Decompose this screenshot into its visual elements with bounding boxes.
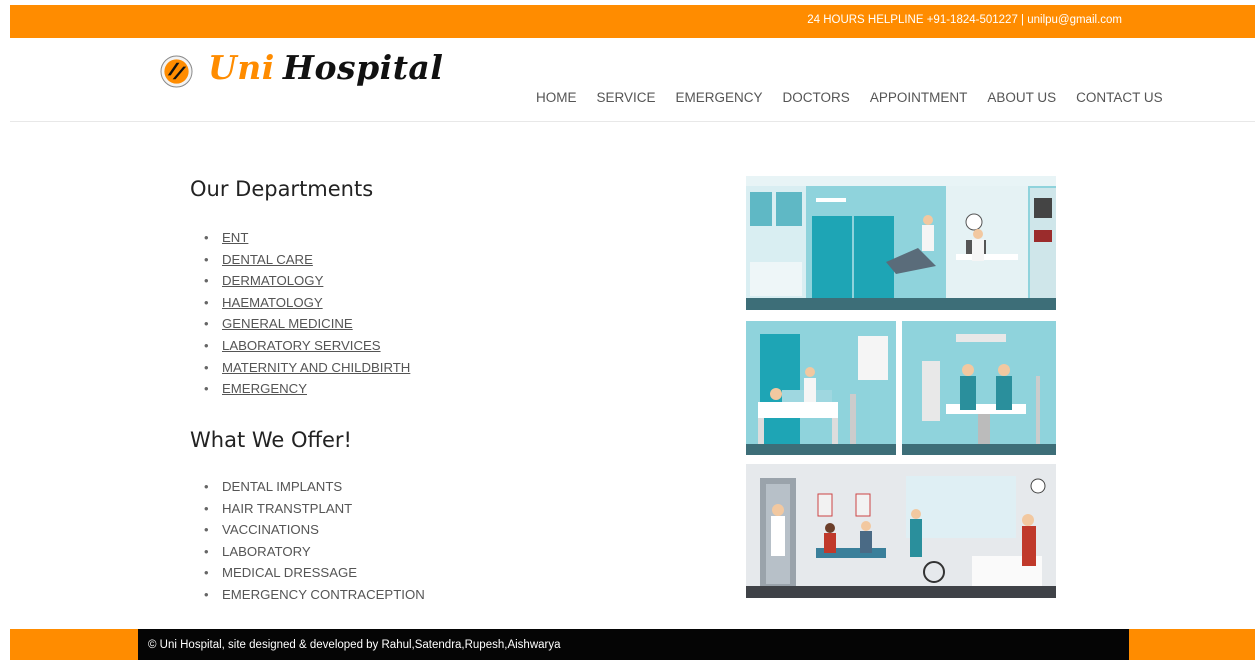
nav-appointment[interactable]: APPOINTMENT (870, 90, 968, 105)
main-nav: HOME SERVICE EMERGENCY DOCTORS APPOINTME… (536, 90, 1183, 105)
clinic-scene (746, 176, 1056, 310)
list-item: GENERAL MEDICINE (204, 313, 410, 335)
list-item: ENT (204, 227, 410, 249)
department-link[interactable]: HAEMATOLOGY (222, 295, 323, 310)
footer-copyright: © Uni Hospital, site designed & develope… (148, 639, 561, 651)
footer: © Uni Hospital, site designed & develope… (138, 629, 1129, 660)
list-item: DENTAL CARE (204, 249, 410, 271)
list-item: HAEMATOLOGY (204, 292, 410, 314)
department-link[interactable]: DERMATOLOGY (222, 273, 323, 288)
brand-word-hospital: Hospital (282, 48, 444, 87)
department-link[interactable]: DENTAL CARE (222, 252, 313, 267)
logo-icon (160, 55, 193, 88)
department-link[interactable]: MATERNITY AND CHILDBIRTH (222, 360, 410, 375)
department-link[interactable]: GENERAL MEDICINE (222, 316, 353, 331)
nav-emergency[interactable]: EMERGENCY (676, 90, 763, 105)
nav-doctors[interactable]: DOCTORS (783, 90, 850, 105)
header: Uni Hospital HOME SERVICE EMERGENCY DOCTO… (10, 38, 1255, 122)
offer-list: DENTAL IMPLANTS HAIR TRANSTPLANT VACCINA… (204, 476, 425, 606)
department-link[interactable]: LABORATORY SERVICES (222, 338, 381, 353)
list-item: EMERGENCY (204, 378, 410, 400)
brand-logo[interactable]: Uni Hospital (208, 48, 443, 87)
list-item: VACCINATIONS (204, 519, 425, 541)
list-item: EMERGENCY CONTRACEPTION (204, 584, 425, 606)
departments-heading: Our Departments (190, 177, 374, 201)
offer-heading: What We Offer! (190, 428, 352, 452)
nav-home[interactable]: HOME (536, 90, 577, 105)
brand-word-uni: Uni (208, 48, 275, 87)
nav-service[interactable]: SERVICE (597, 90, 656, 105)
top-bar: 24 HOURS HELPLINE +91-1824-501227 | unil… (10, 5, 1255, 38)
list-item: LABORATORY SERVICES (204, 335, 410, 357)
hospital-illustration (746, 176, 1056, 598)
department-link[interactable]: EMERGENCY (222, 381, 307, 396)
list-item: MEDICAL DRESSAGE (204, 562, 425, 584)
reception-scene (746, 464, 1056, 598)
nav-contact-us[interactable]: CONTACT US (1076, 90, 1163, 105)
surgery-scene (902, 321, 1056, 455)
list-item: HAIR TRANSTPLANT (204, 498, 425, 520)
ward-scene (746, 321, 896, 455)
departments-list: ENT DENTAL CARE DERMATOLOGY HAEMATOLOGY … (204, 227, 410, 400)
list-item: DERMATOLOGY (204, 270, 410, 292)
helpline-text: 24 HOURS HELPLINE +91-1824-501227 | unil… (807, 14, 1122, 26)
list-item: DENTAL IMPLANTS (204, 476, 425, 498)
nav-about-us[interactable]: ABOUT US (987, 90, 1056, 105)
department-link[interactable]: ENT (222, 230, 248, 245)
list-item: MATERNITY AND CHILDBIRTH (204, 357, 410, 379)
list-item: LABORATORY (204, 541, 425, 563)
